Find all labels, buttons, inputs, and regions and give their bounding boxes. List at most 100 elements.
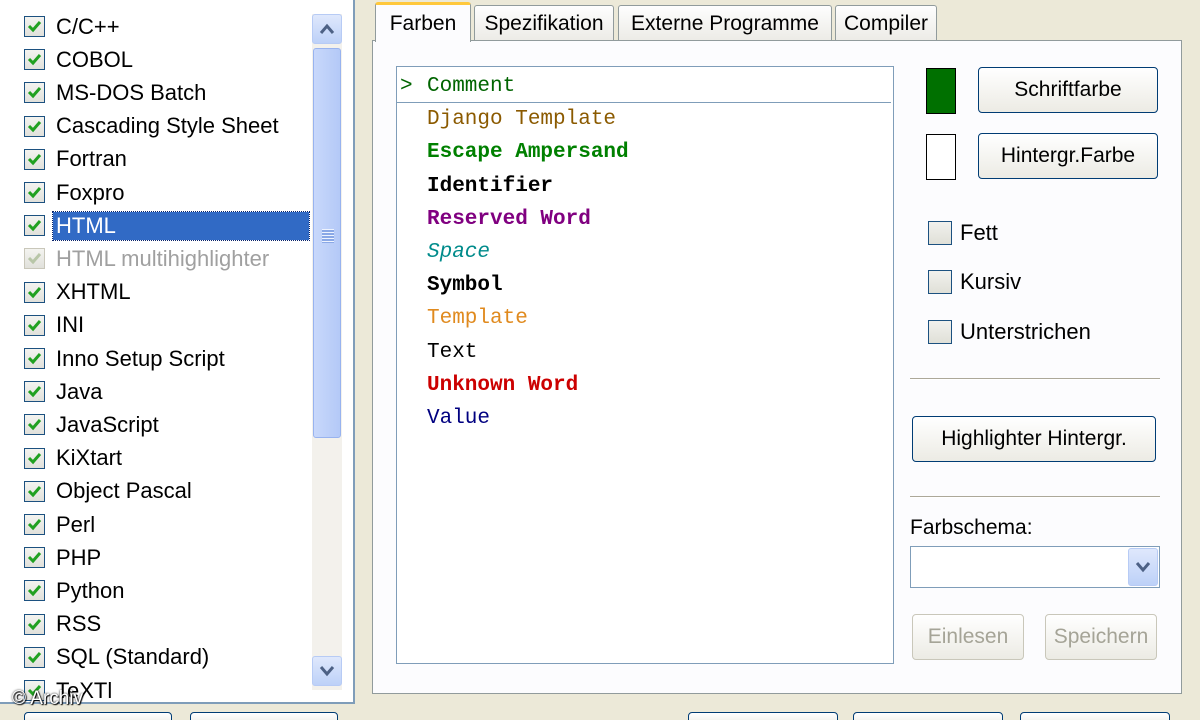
color-scheme-select[interactable] — [910, 546, 1160, 588]
save-button[interactable]: Speichern — [1045, 614, 1157, 660]
language-item[interactable]: C/C++ — [0, 10, 312, 43]
language-checkbox[interactable] — [24, 547, 45, 569]
token-item[interactable]: Template — [397, 302, 891, 335]
chevron-up-icon — [319, 23, 335, 34]
language-checkbox[interactable] — [24, 613, 45, 635]
underline-checkbox[interactable] — [928, 320, 952, 344]
checkmark-icon — [27, 552, 42, 564]
scroll-up-button[interactable] — [312, 14, 342, 44]
language-item[interactable]: JavaScript — [0, 408, 312, 441]
underline-checkbox-row[interactable]: Unterstrichen — [928, 317, 1091, 347]
token-item[interactable]: Symbol — [397, 269, 891, 302]
language-item[interactable]: KiXtart — [0, 442, 312, 475]
token-item[interactable]: Unknown Word — [397, 369, 891, 402]
language-list-scrollbar[interactable] — [312, 14, 342, 690]
token-item[interactable]: Django Template — [397, 103, 891, 136]
token-item[interactable]: Space — [397, 236, 891, 269]
language-checkbox[interactable] — [24, 82, 45, 104]
language-checkbox[interactable] — [24, 447, 45, 469]
language-checkbox[interactable] — [24, 646, 45, 668]
bold-checkbox[interactable] — [928, 221, 952, 245]
token-label: Template — [427, 307, 528, 331]
scroll-thumb[interactable] — [313, 48, 341, 438]
bold-label: Fett — [960, 220, 998, 245]
language-checkbox[interactable] — [24, 480, 45, 502]
language-checkbox[interactable] — [24, 381, 45, 403]
language-checkbox[interactable] — [24, 248, 45, 270]
language-checkbox[interactable] — [24, 348, 45, 369]
bottom-button[interactable] — [190, 712, 338, 720]
font-color-button[interactable]: Schriftfarbe — [978, 67, 1158, 113]
language-label: XHTML — [56, 279, 131, 305]
language-label: MS-DOS Batch — [56, 79, 207, 105]
language-item[interactable]: Java — [0, 375, 312, 408]
tab-externe-programme[interactable]: Externe Programme — [618, 5, 832, 41]
language-label: Perl — [56, 511, 96, 537]
language-item[interactable]: MS-DOS Batch — [0, 76, 312, 109]
tab-spezifikation[interactable]: Spezifikation — [474, 5, 614, 41]
language-item[interactable]: HTML — [0, 209, 312, 242]
bold-checkbox-row[interactable]: Fett — [928, 218, 998, 248]
language-item[interactable]: Cascading Style Sheet — [0, 110, 312, 143]
bottom-button[interactable] — [1020, 712, 1170, 720]
language-label: Java — [56, 378, 103, 404]
language-checkbox[interactable] — [24, 115, 45, 137]
language-item[interactable]: SQL (Standard) — [0, 641, 312, 674]
checkmark-icon — [27, 153, 42, 165]
checkmark-icon — [27, 54, 42, 66]
language-list[interactable]: C/C++ COBOL MS-DOS Batch Cascading Style Sh… — [0, 0, 312, 702]
checkmark-icon — [27, 253, 42, 265]
language-item[interactable]: Object Pascal — [0, 475, 312, 508]
language-checkbox[interactable] — [24, 414, 45, 436]
language-checkbox[interactable] — [24, 49, 45, 71]
language-checkbox[interactable] — [24, 314, 45, 336]
tab-compiler[interactable]: Compiler — [835, 5, 937, 41]
token-item[interactable]: Escape Ampersand — [397, 136, 891, 169]
italic-checkbox-row[interactable]: Kursiv — [928, 267, 1021, 297]
language-label: INI — [56, 312, 85, 338]
language-item[interactable]: Fortran — [0, 143, 312, 176]
language-item[interactable]: PHP — [0, 541, 312, 574]
language-label: KiXtart — [56, 445, 123, 471]
highlighter-background-button[interactable]: Highlighter Hintergr. — [912, 416, 1156, 462]
token-item[interactable]: Text — [397, 336, 891, 369]
language-checkbox[interactable] — [24, 514, 45, 535]
bottom-button[interactable] — [853, 712, 1003, 720]
token-item[interactable]: Value — [397, 402, 891, 435]
color-scheme-dropdown-button[interactable] — [1128, 548, 1158, 586]
token-label: Text — [427, 340, 478, 364]
current-token-marker: > — [400, 74, 413, 98]
tab-farben[interactable]: Farben — [375, 2, 471, 42]
language-checkbox[interactable] — [24, 182, 45, 203]
language-item[interactable]: Perl — [0, 508, 312, 541]
language-item[interactable]: RSS — [0, 608, 312, 641]
chevron-down-icon — [1135, 562, 1151, 573]
language-item[interactable]: HTML multihighlighter — [0, 242, 312, 275]
language-item[interactable]: XHTML — [0, 276, 312, 309]
token-item[interactable]: Identifier — [397, 170, 891, 203]
language-checkbox[interactable] — [24, 215, 45, 237]
token-list[interactable]: > Comment Django Template Escape Ampersand I… — [396, 66, 894, 664]
language-item[interactable]: COBOL — [0, 43, 312, 76]
language-checkbox[interactable] — [24, 148, 45, 170]
load-button[interactable]: Einlesen — [912, 614, 1024, 660]
bottom-button[interactable] — [688, 712, 838, 720]
language-label: RSS — [56, 611, 102, 637]
language-checkbox[interactable] — [24, 281, 45, 303]
token-item[interactable]: > Comment — [397, 70, 891, 103]
language-item[interactable]: INI — [0, 309, 312, 342]
language-item[interactable]: Inno Setup Script — [0, 342, 312, 375]
checkmark-icon — [27, 21, 42, 33]
language-label: Foxpro — [56, 179, 125, 205]
language-item[interactable]: Foxpro — [0, 176, 312, 209]
language-checkbox[interactable] — [24, 580, 45, 602]
language-checkbox[interactable] — [24, 16, 45, 37]
token-item[interactable]: Reserved Word — [397, 203, 891, 236]
background-color-swatch — [926, 134, 956, 180]
bottom-button[interactable] — [24, 712, 172, 720]
token-label: Value — [427, 407, 491, 430]
background-color-button[interactable]: Hintergr.Farbe — [978, 133, 1158, 179]
language-item[interactable]: Python — [0, 574, 312, 607]
italic-checkbox[interactable] — [928, 270, 952, 294]
scroll-down-button[interactable] — [312, 656, 342, 686]
